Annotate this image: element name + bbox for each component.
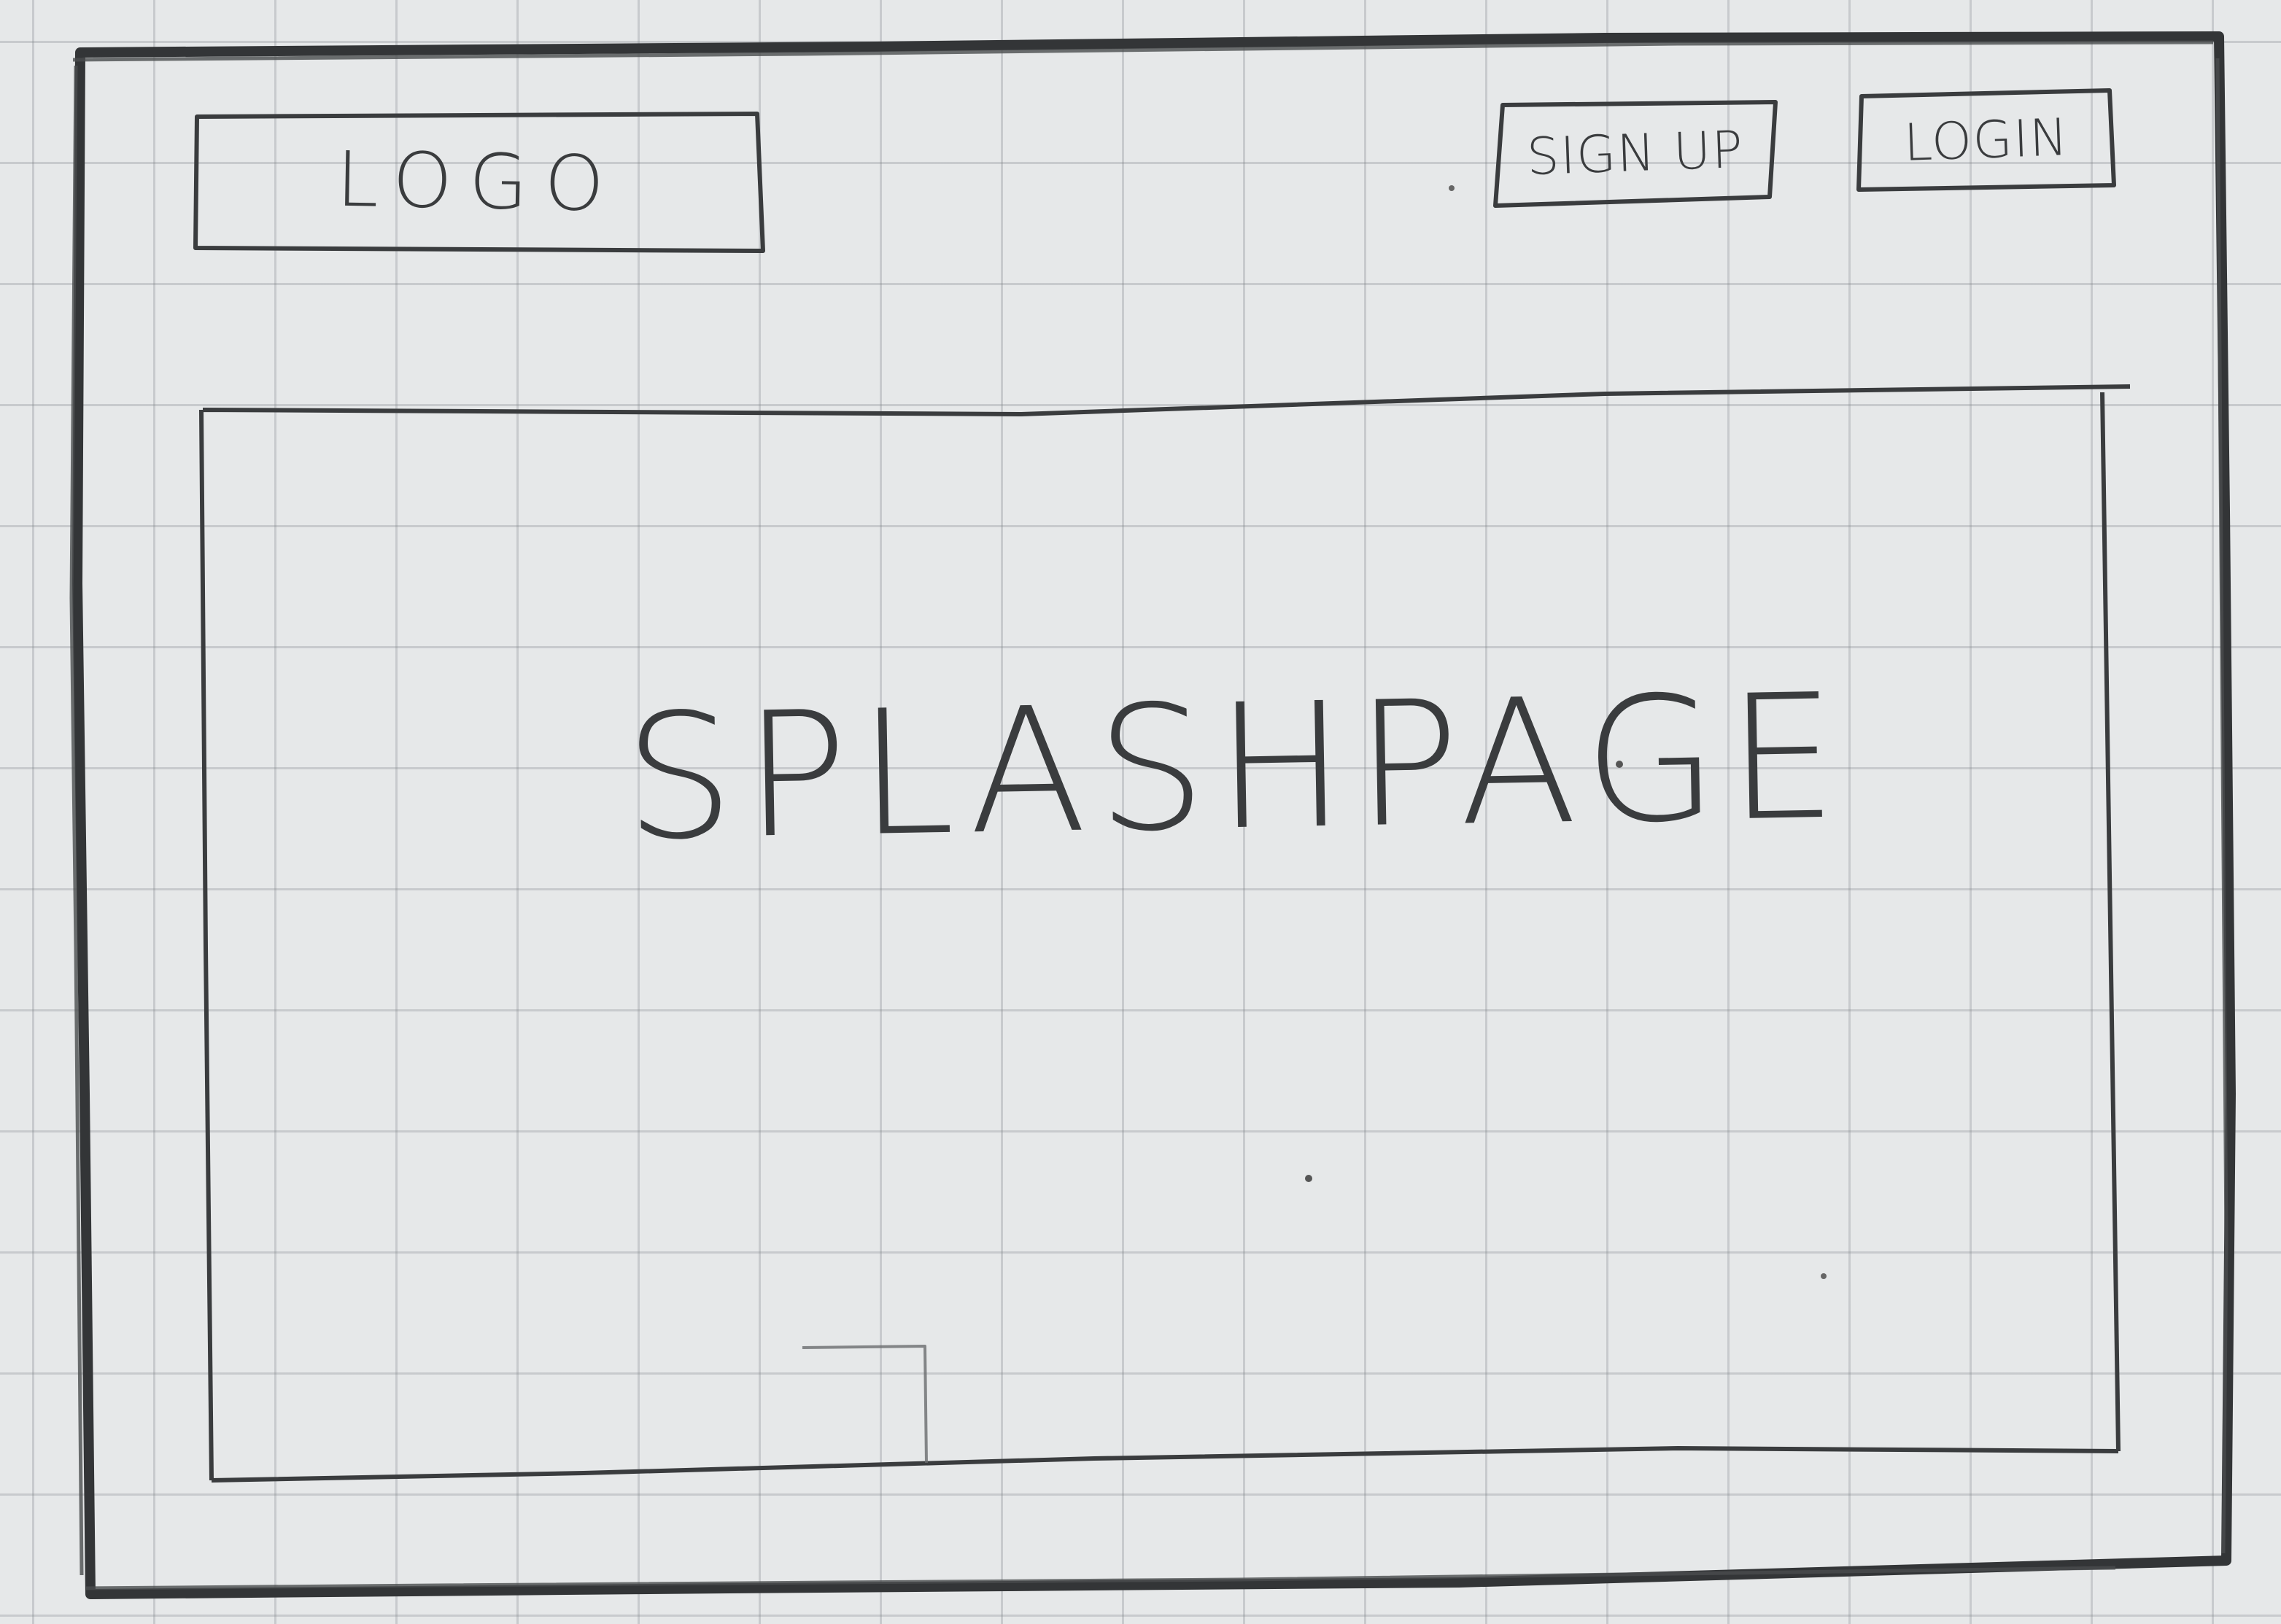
login-label: LOGIN [1902, 107, 2070, 173]
login-button[interactable]: LOGIN [1859, 93, 2114, 187]
logo[interactable]: LOGO [195, 114, 762, 249]
logo-label: LOGO [335, 134, 622, 229]
splash-content-area: SPLASHPAGE [209, 408, 2117, 1473]
splash-page-title: SPLASHPAGE [622, 656, 1849, 879]
sign-up-label: SIGN UP [1526, 119, 1745, 187]
stray-dot [1449, 185, 1455, 191]
sign-up-button[interactable]: SIGN UP [1497, 102, 1774, 204]
